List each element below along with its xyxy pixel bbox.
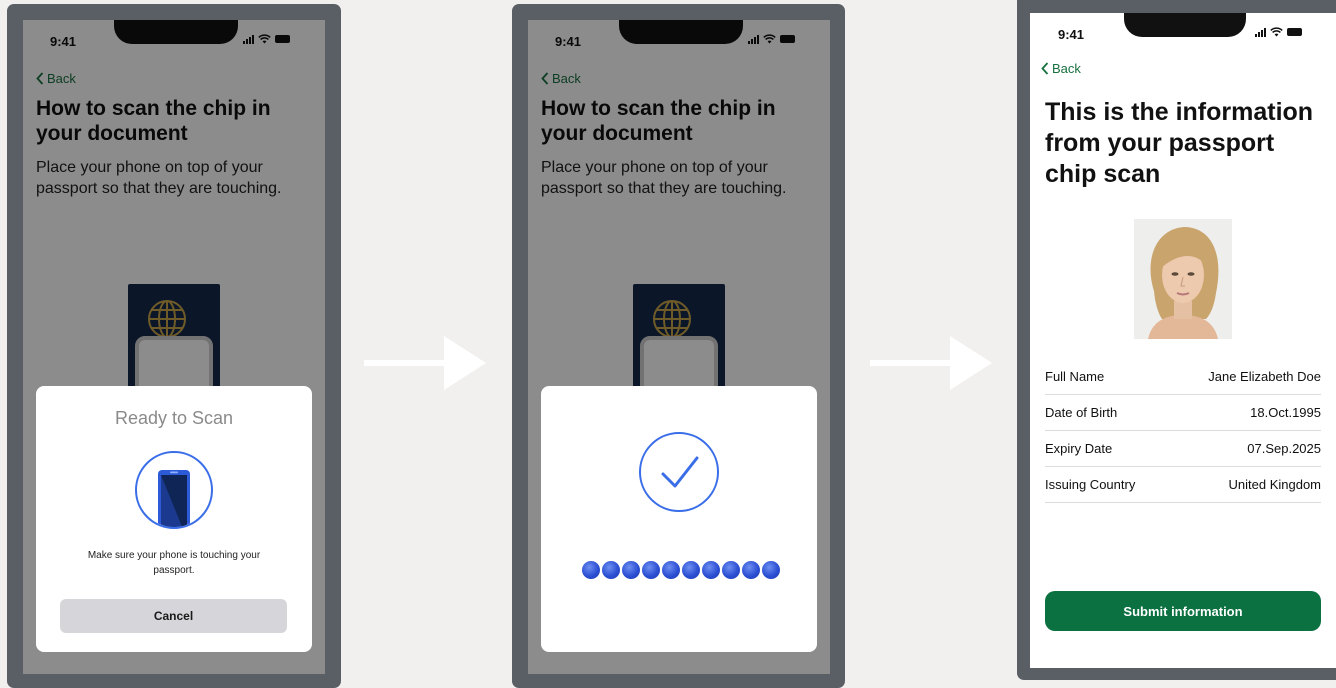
progress-dot [662, 561, 680, 579]
back-label: Back [1052, 61, 1081, 76]
progress-dot [742, 561, 760, 579]
row-value: Jane Elizabeth Doe [1208, 369, 1321, 384]
progress-dot [722, 561, 740, 579]
table-row: Expiry Date 07.Sep.2025 [1045, 431, 1321, 467]
success-sheet [541, 386, 817, 652]
row-label: Date of Birth [1045, 405, 1118, 420]
passport-photo [1134, 219, 1232, 339]
arrow-right-icon [364, 336, 486, 390]
status-icons [1255, 27, 1302, 37]
phone-screen: 9:41 Back This is the information from y… [1030, 13, 1336, 668]
progress-dot [682, 561, 700, 579]
phone-frame-ready-to-scan: 9:41 Back How to scan the chip in your d… [7, 4, 341, 688]
sheet-title: Ready to Scan [114, 408, 234, 428]
scan-sheet: Ready to Scan Make sure your phone is to… [36, 386, 312, 652]
row-label: Issuing Country [1045, 477, 1136, 492]
wifi-icon [1270, 27, 1283, 37]
progress-dot [622, 561, 640, 579]
page-title: This is the information from your passpo… [1045, 98, 1314, 188]
row-value: 07.Sep.2025 [1247, 441, 1321, 456]
passport-info-table: Full Name Jane Elizabeth Doe Date of Bir… [1045, 359, 1321, 503]
phone-scan-icon [135, 451, 213, 529]
checkmark-circle-icon [639, 432, 719, 512]
phone-screen: 9:41 Back How to scan the chip in your d… [528, 20, 830, 674]
progress-dot [762, 561, 780, 579]
row-value: 18.Oct.1995 [1250, 405, 1321, 420]
table-row: Date of Birth 18.Oct.1995 [1045, 395, 1321, 431]
chevron-left-icon [1041, 62, 1049, 75]
progress-dots [582, 561, 780, 579]
row-value: United Kingdom [1228, 477, 1322, 492]
row-label: Full Name [1045, 369, 1105, 384]
phone-screen: 9:41 Back How to scan the chip in your d… [23, 20, 325, 674]
status-time: 9:41 [1058, 27, 1085, 42]
cancel-button[interactable]: Cancel [60, 599, 287, 633]
back-link[interactable]: Back [1041, 61, 1081, 76]
progress-dot [602, 561, 620, 579]
submit-button[interactable]: Submit information [1045, 591, 1321, 631]
signal-icon [1255, 27, 1266, 37]
progress-dot [642, 561, 660, 579]
table-row: Full Name Jane Elizabeth Doe [1045, 359, 1321, 395]
progress-dot [702, 561, 720, 579]
sheet-message: Make sure your phone is touching your pa… [87, 550, 261, 576]
arrow-right-icon [870, 336, 992, 390]
battery-icon [1287, 28, 1302, 36]
table-row: Issuing Country United Kingdom [1045, 467, 1321, 503]
row-label: Expiry Date [1045, 441, 1113, 456]
phone-frame-scan-success: 9:41 Back How to scan the chip in your d… [512, 4, 845, 688]
phone-frame-passport-info: 9:41 Back This is the information from y… [1017, 0, 1336, 680]
phone-notch [1124, 13, 1246, 37]
progress-dot [582, 561, 600, 579]
